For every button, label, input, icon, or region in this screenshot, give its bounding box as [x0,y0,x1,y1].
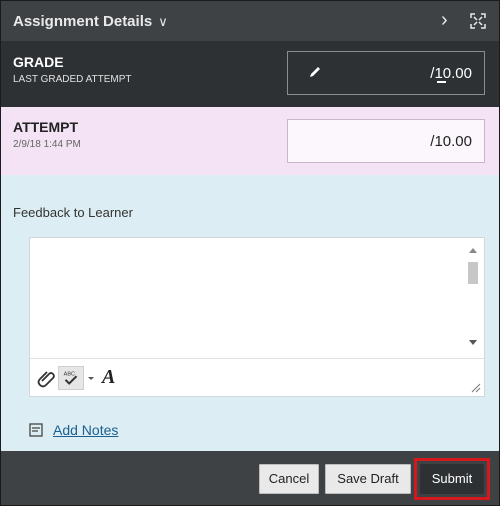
expand-icon[interactable] [470,13,486,29]
chevron-down-icon: ∨ [158,14,168,29]
feedback-textarea[interactable] [30,238,466,360]
editor-scrollbar[interactable] [466,242,480,352]
spellcheck-icon[interactable]: ABC [58,366,84,390]
panel-header: Assignment Details ∨ › [1,1,499,41]
notes-icon [29,423,43,437]
submit-highlight-box [414,458,490,500]
attempt-label: ATTEMPT [13,119,79,135]
attempt-grade-value: /10.00 [430,133,472,150]
grade-row: GRADE LAST GRADED ATTEMPT /10.00 [1,41,499,107]
grade-label: GRADE [13,54,64,70]
attempt-grade-input[interactable]: /10.00 [287,119,485,163]
attempt-row: ATTEMPT 2/9/18 1:44 PM /10.00 [1,107,499,175]
assignment-details-panel: Assignment Details ∨ › GRADE LAST GRADED … [0,0,500,506]
scroll-down-icon[interactable] [469,340,477,345]
svg-text:ABC: ABC [64,371,75,377]
font-icon[interactable]: A [102,366,124,390]
cancel-button[interactable]: Cancel [259,464,319,494]
editor-toolbar: ABC A [30,358,484,397]
paperclip-icon[interactable] [36,366,58,390]
grade-input[interactable]: /10.00 [287,51,485,95]
scroll-thumb[interactable] [468,262,478,284]
spellcheck-dropdown-icon[interactable] [86,366,96,390]
chevron-right-icon[interactable]: › [441,9,448,32]
grade-sublabel: LAST GRADED ATTEMPT [13,74,132,85]
add-notes-link[interactable]: Add Notes [53,422,118,438]
panel-title-text: Assignment Details [13,13,153,30]
save-draft-button[interactable]: Save Draft [325,464,411,494]
feedback-label: Feedback to Learner [13,205,133,220]
grade-value: /10.00 [430,65,472,82]
pencil-icon[interactable] [308,65,322,79]
scroll-up-icon[interactable] [469,248,477,253]
feedback-editor: ABC A [29,237,485,397]
panel-title[interactable]: Assignment Details ∨ [13,13,168,30]
resize-handle-icon[interactable] [471,383,481,393]
attempt-date: 2/9/18 1:44 PM [13,139,81,150]
feedback-section: Feedback to Learner ABC A Add Notes [1,175,499,451]
